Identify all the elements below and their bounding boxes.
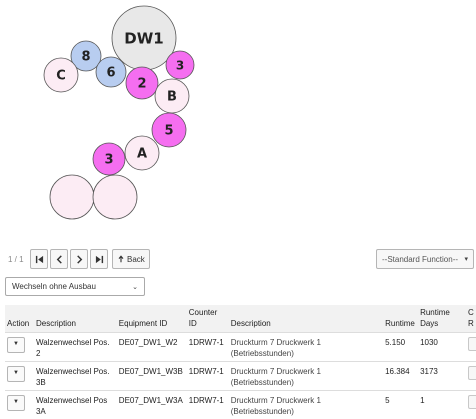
row-runtime: 16.384	[383, 360, 419, 390]
roller-label: 8	[81, 50, 90, 65]
caret-down-icon: ▼	[13, 370, 19, 376]
standard-function-label: --Standard Function--	[382, 254, 459, 264]
roller-circle[interactable]	[92, 174, 138, 220]
header-description[interactable]: Description	[34, 305, 117, 332]
row-runtime: 5.150	[383, 331, 419, 361]
row-equipment-id: DE07_DW1_W3B	[116, 360, 187, 390]
roller-label: 3	[104, 153, 113, 168]
maintenance-table: Action Description Equipment ID Counter I…	[5, 305, 476, 419]
row-runtime-days: 1	[418, 389, 468, 419]
row-counter-desc-cont: (Betriebsstunden)	[230, 348, 294, 358]
header-counter-description[interactable]: Description	[229, 305, 383, 332]
caret-down-icon: ▼	[13, 341, 19, 347]
row-description-cont: 3A	[35, 406, 46, 416]
last-page-icon	[95, 255, 103, 263]
header-runtime-days-line1: Runtime	[420, 307, 450, 317]
header-runtime[interactable]: Runtime	[383, 305, 418, 332]
row-counter-id: 1DRW7-1	[186, 360, 229, 390]
row-action-button[interactable]: ▼	[7, 336, 25, 353]
row-equipment-id: DE07_DW1_W3A	[116, 389, 187, 419]
header-counter-id[interactable]: Counter ID	[187, 305, 229, 332]
row-extra-control[interactable]	[467, 336, 476, 351]
row-counter-id: 1DRW7-1	[186, 389, 229, 419]
roller-circle[interactable]	[49, 174, 95, 220]
first-page-button[interactable]	[30, 249, 48, 269]
chevron-down-icon: ⌄	[132, 283, 138, 291]
header-extra-line2: R	[467, 318, 474, 328]
row-description: Walzenwechsel Pos	[35, 395, 108, 405]
roller-label: DW1	[124, 29, 163, 47]
roller-label: C	[56, 69, 66, 84]
roller-label: 2	[137, 77, 146, 92]
roller-label: B	[167, 90, 177, 105]
header-action[interactable]: Action	[5, 305, 34, 332]
header-equipment-id[interactable]: Equipment ID	[117, 305, 187, 332]
row-description: Walzenwechsel Pos. 2	[35, 337, 110, 358]
back-button-label: Back	[127, 254, 145, 264]
row-counter-desc: Druckturm 7 Druckwerk 1	[230, 337, 321, 347]
chevron-left-icon	[56, 254, 62, 264]
row-extra-control[interactable]	[467, 365, 476, 380]
header-extra-line1: C	[467, 307, 474, 317]
header-counter-id-line1: Counter	[188, 307, 218, 317]
standard-function-dropdown[interactable]: --Standard Function-- ▾	[376, 249, 474, 269]
row-counter-id: 1DRW7-1	[186, 331, 229, 361]
last-page-button[interactable]	[90, 249, 108, 269]
header-extra[interactable]: CR	[468, 305, 476, 332]
table-header-row: Action Description Equipment ID Counter I…	[5, 305, 476, 332]
roller-label: 3	[176, 58, 184, 72]
table-row: ▼ Walzenwechsel Pos 3A DE07_DW1_W3A 1DRW7…	[5, 389, 476, 419]
roller-label: 6	[106, 66, 115, 81]
roller-label: 5	[164, 124, 173, 139]
row-counter-desc-cont: (Betriebsstunden)	[230, 406, 294, 416]
table-row: ▼ Walzenwechsel Pos. 3B DE07_DW1_W3B 1DRW…	[5, 360, 476, 390]
caret-down-icon: ▼	[13, 399, 19, 405]
caret-down-icon: ▾	[464, 256, 468, 263]
row-equipment-id: DE07_DW1_W2	[116, 331, 187, 361]
roller-label: A	[137, 147, 147, 162]
prev-page-button[interactable]	[50, 249, 68, 269]
row-description-cont: 3B	[35, 377, 46, 387]
row-extra-control[interactable]	[467, 394, 476, 409]
row-counter-desc-cont: (Betriebsstunden)	[230, 377, 294, 387]
header-counter-id-line2: ID	[188, 318, 197, 328]
roller-diagram-svg: DW1 8 6 C 2 3 B 5 A 3	[43, 5, 195, 220]
header-runtime-days[interactable]: Runtime Days	[418, 305, 468, 332]
row-counter-desc: Druckturm 7 Druckwerk 1	[230, 366, 321, 376]
next-page-button[interactable]	[70, 249, 88, 269]
pager-toolbar: 1 / 1 Back	[8, 249, 150, 269]
row-counter-desc: Druckturm 7 Druckwerk 1	[230, 395, 321, 405]
roller-diagram: DW1 8 6 C 2 3 B 5 A 3	[0, 0, 476, 232]
filter-select[interactable]: Wechseln ohne Ausbau ⌄	[5, 277, 145, 296]
page-count: 1 / 1	[8, 254, 24, 264]
row-description: Walzenwechsel Pos.	[35, 366, 110, 376]
table-row: ▼ Walzenwechsel Pos. 2 DE07_DW1_W2 1DRW7…	[5, 331, 476, 361]
filter-select-value: Wechseln ohne Ausbau	[12, 282, 96, 291]
header-runtime-days-line2: Days	[420, 318, 439, 328]
row-action-button[interactable]: ▼	[7, 394, 25, 411]
row-runtime-days: 1030	[418, 331, 468, 361]
chevron-right-icon	[76, 254, 82, 264]
row-action-button[interactable]: ▼	[7, 365, 25, 382]
first-page-icon	[35, 255, 43, 263]
back-button[interactable]: Back	[112, 249, 150, 269]
row-runtime: 5	[383, 389, 419, 419]
row-runtime-days: 3173	[418, 360, 468, 390]
back-arrow-icon	[118, 255, 124, 263]
